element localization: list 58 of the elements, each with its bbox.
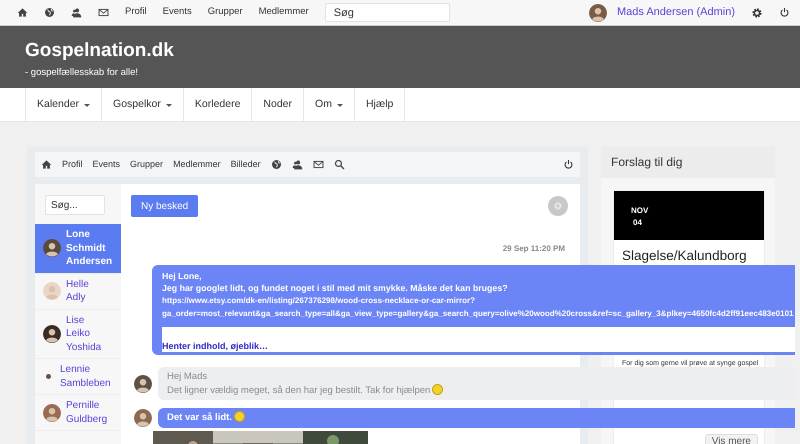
menu-item[interactable]: Noder — [252, 88, 304, 122]
menu-item[interactable]: Gospelkor — [102, 88, 184, 122]
nav-link[interactable]: Medlemmer — [173, 158, 221, 172]
message-text: Hej Lone, — [162, 270, 203, 282]
event-day: 04 — [631, 217, 764, 229]
globe-icon[interactable] — [270, 159, 282, 170]
caret-icon — [336, 104, 343, 106]
panel-title: Forslag til dig — [601, 147, 775, 178]
contact-item[interactable]: Lise Leiko Yoshida — [35, 310, 121, 359]
site-title: Gospelnation.dk — [25, 40, 175, 63]
search-field[interactable]: Søg — [324, 3, 450, 22]
menu-item[interactable]: Korledere — [184, 88, 252, 122]
nav-link[interactable]: Events — [92, 158, 120, 172]
avatar-icon — [589, 4, 607, 22]
message-text: Jeg har googlet lidt, og fundet noget i stil med mit smykke. Måske det kan bruges? — [162, 282, 509, 295]
nav-link[interactable]: Events — [162, 5, 192, 20]
users-icon[interactable] — [71, 7, 82, 18]
message-text: Det ligner vældig meget, så den har jeg bestilt. Tak for hjælpen — [167, 384, 786, 397]
home-icon[interactable] — [41, 159, 52, 170]
new-message-button[interactable]: Ny besked — [131, 195, 198, 217]
power-icon[interactable] — [563, 159, 574, 170]
nav-link[interactable]: Grupper — [208, 5, 243, 20]
nav-link[interactable]: Profil — [62, 158, 83, 172]
event-title: Slagelse/Kalundborg — [622, 247, 748, 266]
power-icon[interactable] — [779, 7, 790, 18]
envelope-icon[interactable] — [98, 7, 109, 18]
nav-link[interactable]: Profil — [125, 5, 147, 20]
search-icon[interactable] — [334, 159, 345, 170]
settings-icon[interactable] — [751, 6, 763, 18]
avatar-icon — [134, 409, 152, 428]
contact-item[interactable]: Lennie Sambleben — [35, 359, 121, 395]
loading-text: Henter indhold, øjeblik… — [162, 340, 270, 352]
caret-icon — [166, 104, 172, 106]
caret-icon — [84, 104, 90, 106]
menu-item[interactable]: Om — [304, 88, 355, 122]
smiley-icon — [234, 410, 245, 422]
message-text: Det var så lidt. — [167, 410, 786, 426]
event-month: NOV — [631, 205, 650, 217]
show-more-button[interactable]: Vis mere — [704, 434, 758, 444]
avatar-icon — [134, 374, 152, 393]
nav-link[interactable]: Medlemmer — [258, 5, 309, 20]
user-link[interactable]: Mads Andersen (Admin) — [617, 4, 735, 21]
site-tagline: - gospelfællesskab for alle! — [25, 66, 139, 80]
menu-item[interactable]: Kalender — [25, 88, 102, 122]
message-text: Hej Mads — [167, 370, 208, 384]
globe-icon[interactable] — [44, 7, 55, 18]
smiley-icon — [432, 384, 444, 395]
message-date: 29 Sep 11:20 PM — [502, 243, 565, 255]
contact-item[interactable]: Helle Adly — [35, 274, 121, 310]
contact-item[interactable]: Lone Schmidt Andersen — [35, 224, 121, 274]
search-field[interactable]: Søg... — [45, 195, 105, 215]
users-icon[interactable] — [292, 159, 303, 170]
envelope-icon[interactable] — [312, 159, 324, 170]
contact-item[interactable]: Pernille Guldberg — [35, 395, 121, 431]
nav-link[interactable]: Grupper — [130, 158, 164, 172]
menu-item[interactable]: Hjælp — [354, 88, 406, 122]
home-icon[interactable] — [17, 7, 28, 18]
nav-link[interactable]: Billeder — [230, 158, 261, 172]
